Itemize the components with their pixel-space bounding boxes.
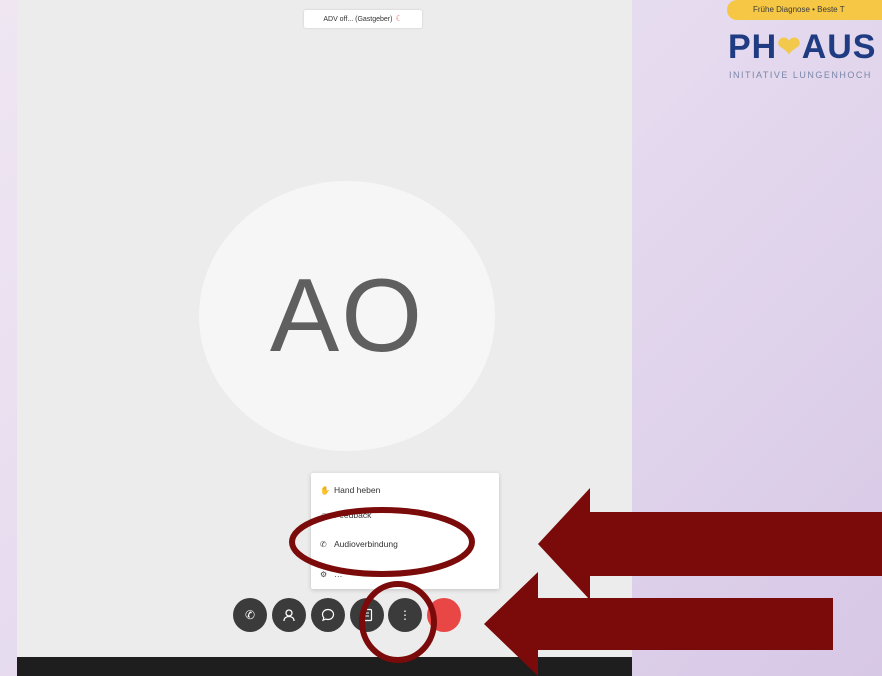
menu-item-hand-heben[interactable]: ✋ Hand heben: [320, 482, 380, 498]
participant-avatar: AO: [199, 181, 495, 451]
slogan-text: Frühe Diagnose • Beste T: [753, 5, 845, 14]
slogan-banner: Frühe Diagnose • Beste T: [727, 0, 882, 20]
video-call-window: ADV off... (Gastgeber) ☾ AO ✋ Hand heben …: [17, 0, 632, 676]
settings-icon: ⚙: [320, 569, 328, 579]
menu-item-settings[interactable]: ⚙ …: [320, 566, 343, 582]
menu-item-label: Audioverbindung: [334, 539, 398, 549]
menu-item-label: …: [334, 569, 343, 579]
menu-item-label: Hand heben: [334, 485, 381, 495]
document-icon: [361, 608, 373, 622]
chat-button[interactable]: [311, 598, 345, 632]
logo-tagline: INITIATIVE LUNGENHOCH: [729, 70, 872, 80]
avatar-initials: AO: [269, 257, 425, 374]
menu-item-audioverbindung[interactable]: ✆ Audioverbindung: [320, 536, 398, 552]
feedback-icon: ☺: [320, 510, 329, 520]
heart-icon: ❤: [777, 31, 802, 62]
host-name-text: ADV off... (Gastgeber): [323, 16, 393, 23]
leave-call-button[interactable]: [427, 598, 461, 632]
microphone-icon: ☾: [395, 14, 403, 23]
hand-icon: ✋: [320, 485, 330, 495]
logo-text-left: PH: [728, 28, 778, 66]
host-name-label: ADV off... (Gastgeber) ☾: [304, 10, 422, 28]
logo-text-right: AUS: [801, 28, 877, 66]
user-icon: [283, 609, 295, 622]
more-options-menu: ✋ Hand heben ☺ Feedback ✆ Audioverbindun…: [311, 473, 499, 589]
phone-icon: ✆: [320, 539, 327, 549]
menu-item-label: Feedback: [334, 510, 372, 520]
menu-item-feedback[interactable]: ☺ Feedback: [320, 507, 371, 523]
brand-logo: PH❤AUS: [728, 28, 877, 67]
bottom-bar: [17, 657, 632, 676]
more-icon: ⋮: [399, 608, 411, 622]
participants-button[interactable]: [272, 598, 306, 632]
audio-button[interactable]: ✆: [233, 598, 267, 632]
more-options-button[interactable]: ⋮: [388, 598, 422, 632]
chat-icon: [321, 608, 335, 622]
notes-button[interactable]: [350, 598, 384, 632]
phone-icon: ✆: [244, 608, 256, 622]
